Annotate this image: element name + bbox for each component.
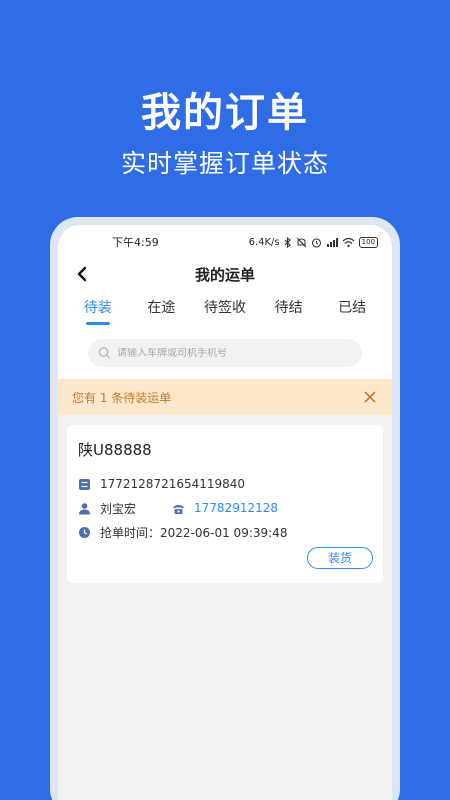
grab-time-row: 抢单时间：2022-06-01 09:39:48 xyxy=(78,520,373,544)
search-icon xyxy=(98,347,110,359)
mute-bell-icon xyxy=(296,237,307,247)
tab-in-transit[interactable]: 在途 xyxy=(130,289,194,327)
status-icons: 6.4K/s 100 xyxy=(248,236,378,248)
grab-time: 抢单时间：2022-06-01 09:39:48 xyxy=(100,525,288,540)
phone-frame: 下午4:59 6.4K/s 100 我的运单 待装 在途 待签收 待结 已结 请… xyxy=(50,217,400,800)
driver-phone[interactable]: 17782912128 xyxy=(194,501,278,515)
plate-number: 陕U88888 xyxy=(78,441,152,459)
notice-text: 您有 1 条待装运单 xyxy=(72,390,172,405)
notice-banner: 您有 1 条待装运单 xyxy=(58,379,392,415)
wifi-icon xyxy=(342,237,355,247)
tab-pending-settle[interactable]: 待结 xyxy=(257,289,321,327)
status-bar: 下午4:59 6.4K/s 100 xyxy=(58,225,392,259)
phone-group[interactable]: 17782912128 xyxy=(172,501,278,515)
nav-bar: 我的运单 xyxy=(58,259,392,289)
load-button[interactable]: 装货 xyxy=(307,547,373,569)
driver-icon xyxy=(79,502,90,514)
promo-title: 我的订单 xyxy=(141,90,309,136)
alarm-icon xyxy=(311,237,321,248)
tab-settled[interactable]: 已结 xyxy=(320,289,384,327)
order-number-row: 1772128721654119840 xyxy=(78,472,373,496)
tab-pending-load[interactable]: 待装 xyxy=(66,289,130,327)
promo-subtitle: 实时掌握订单状态 xyxy=(120,149,329,178)
driver-row: 刘宝宏 17782912128 xyxy=(78,496,373,520)
search-input[interactable] xyxy=(116,347,352,359)
back-arrow-icon[interactable] xyxy=(72,263,92,285)
app-screen: 下午4:59 6.4K/s 100 我的运单 待装 在途 待签收 待结 已结 请… xyxy=(58,225,392,800)
close-icon[interactable] xyxy=(362,389,378,405)
signal-icon xyxy=(326,237,338,247)
order-number: 1772128721654119840 xyxy=(100,477,246,491)
status-time: 下午4:59 xyxy=(112,236,159,249)
phone-icon xyxy=(173,504,185,514)
top-section: 下午4:59 6.4K/s 100 我的运单 待装 在途 待签收 待结 已结 请… xyxy=(58,225,392,379)
order-card[interactable]: 陕U88888 1772128721654119840 刘宝宏 17782912… xyxy=(67,425,383,583)
clock-icon xyxy=(79,526,90,538)
network-speed: 6.4K/s xyxy=(248,236,280,248)
search-bar xyxy=(88,339,362,367)
document-icon xyxy=(79,478,90,490)
battery-icon: 100 xyxy=(358,236,378,248)
status-tabs: 待装 在途 待签收 待结 已结 xyxy=(58,289,392,327)
page-title: 我的运单 xyxy=(194,265,255,284)
tab-pending-sign[interactable]: 待签收 xyxy=(193,289,257,327)
driver-name: 刘宝宏 xyxy=(100,501,137,516)
bluetooth-icon xyxy=(284,236,291,248)
search-wrap xyxy=(58,327,392,379)
